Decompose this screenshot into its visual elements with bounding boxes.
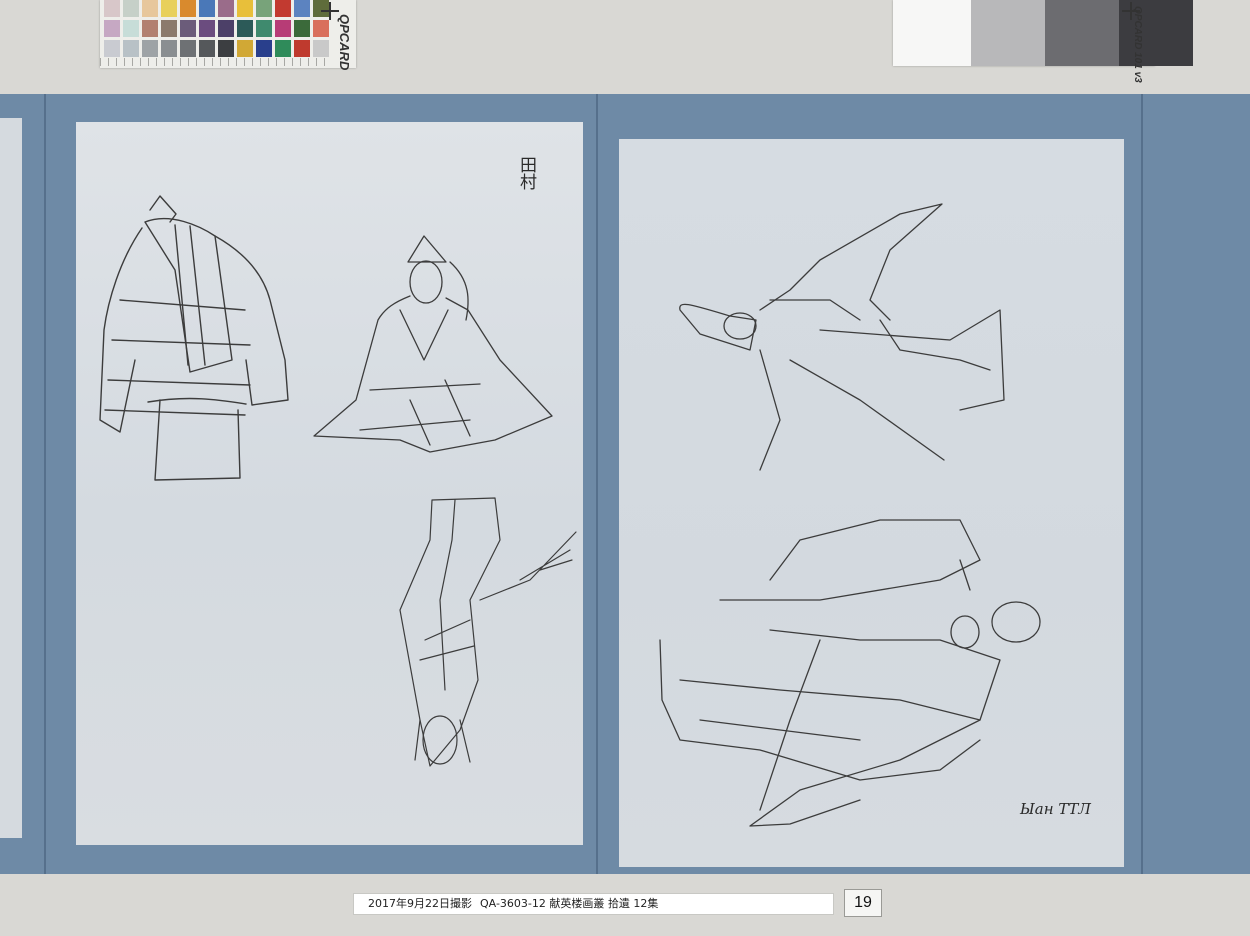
pencil-sketches <box>99 195 1041 827</box>
photo-caption-strip: 2017年9月22日撮影 QA-3603-12 献英楼画叢 拾遺 12集 <box>353 893 834 915</box>
inverted-figure-with-branch <box>399 497 577 767</box>
catalog-label: QA-3603-12 献英楼画叢 拾遺 12集 <box>480 897 659 910</box>
artist-seal: 田村 <box>516 156 536 190</box>
standing-hooded-figure <box>99 195 289 481</box>
reclining-figure-upper <box>679 203 1005 471</box>
figure-pair-lower <box>659 519 1041 827</box>
page-number: 19 <box>844 889 882 917</box>
artist-signature: Ыан ТТЛ <box>1020 800 1091 818</box>
capture-date: 2017年9月22日撮影 <box>368 897 472 910</box>
seated-figure <box>313 235 553 453</box>
